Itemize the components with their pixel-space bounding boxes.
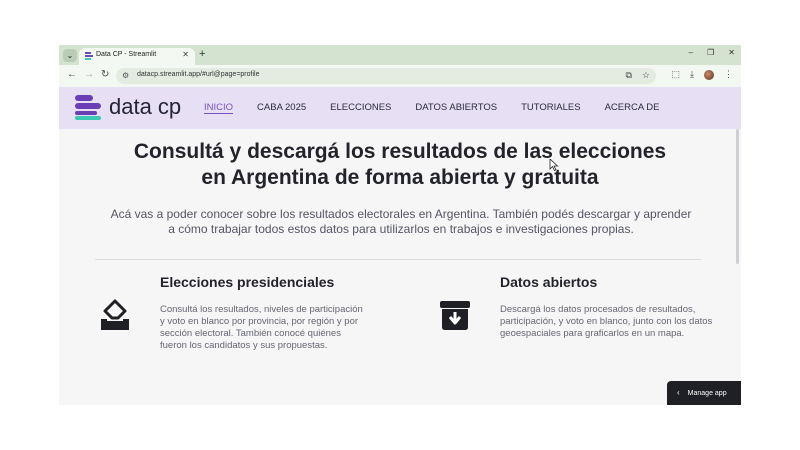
window-controls: – ❐ ✕ [689, 48, 735, 57]
section-divider [95, 259, 701, 260]
nav-item-caba-2025[interactable]: CABA 2025 [257, 102, 306, 113]
page-title-line-1: Consultá y descargá los resultados de la… [133, 140, 667, 163]
manage-app-label: Manage app [687, 390, 727, 397]
nav-item-datos-abiertos[interactable]: DATOS ABIERTOS [415, 102, 497, 113]
feature-title[interactable]: Elecciones presidenciales [160, 274, 370, 290]
nav-item-inicio[interactable]: INICIO [204, 102, 233, 113]
reload-icon[interactable]: ↻ [101, 69, 109, 80]
feature-description: Consultá los resultados, niveles de part… [160, 304, 363, 351]
site-info-icon[interactable]: ⚙ [122, 71, 129, 80]
feature-datos-abiertos: Datos abiertos Descargá los datos proces… [500, 274, 715, 340]
profile-avatar[interactable] [704, 69, 714, 80]
forward-icon[interactable]: → [84, 69, 94, 80]
browser-tab[interactable]: Data CP - Streamlit ✕ [79, 48, 195, 65]
feature-elecciones-presidenciales: Elecciones presidenciales Consultá los r… [160, 274, 370, 352]
feature-title[interactable]: Datos abiertos [500, 274, 715, 290]
browser-window: ⌄ Data CP - Streamlit ✕ + – ❐ ✕ ← → ↻ ⚙ … [59, 45, 741, 405]
tab-strip: ⌄ Data CP - Streamlit ✕ + – ❐ ✕ [59, 45, 741, 65]
top-navbar: data cp INICIO CABA 2025 ELECCIONES DATO… [59, 87, 741, 129]
nav-item-tutoriales[interactable]: TUTORIALES [521, 102, 580, 113]
extensions-icon[interactable]: ⬚ [672, 69, 681, 80]
download-icon[interactable]: ⤓ [690, 69, 694, 80]
bookmark-star-icon[interactable]: ☆ [642, 70, 650, 81]
page-title: Consultá y descargá los resultados de la… [59, 139, 741, 191]
logo-text[interactable]: data cp [109, 94, 181, 120]
tab-close-icon[interactable]: ✕ [182, 50, 189, 59]
data-cp-logo-icon[interactable] [75, 95, 105, 121]
page-subtitle-line-2: a cómo trabajar todos estos datos para u… [168, 222, 634, 236]
browser-toolbar: ← → ↻ ⚙ datacp.streamlit.app/#url@page=p… [59, 65, 741, 87]
page-subtitle: Acá vas a poder conocer sobre los result… [99, 207, 703, 237]
scrollbar[interactable] [736, 129, 739, 264]
feature-description: Descargá los datos procesados de resulta… [500, 304, 713, 339]
manage-app-button[interactable]: ‹ Manage app [667, 381, 741, 405]
archive-download-icon[interactable] [439, 299, 471, 331]
nav-item-acerca-de[interactable]: ACERCA DE [605, 102, 660, 113]
new-tab-button[interactable]: + [199, 48, 205, 60]
back-icon[interactable]: ← [67, 69, 77, 80]
tab-search-icon[interactable]: ⌄ [63, 49, 77, 62]
nav-item-elecciones[interactable]: ELECCIONES [330, 102, 391, 113]
chevron-left-icon: ‹ [677, 388, 680, 397]
restore-icon[interactable]: ❐ [707, 48, 714, 57]
nav-menu: INICIO CABA 2025 ELECCIONES DATOS ABIERT… [204, 102, 683, 113]
streamlit-favicon-icon [85, 52, 93, 60]
streamlit-app: data cp INICIO CABA 2025 ELECCIONES DATO… [59, 87, 741, 405]
tab-title: Data CP - Streamlit [96, 51, 157, 58]
menu-kebab-icon[interactable]: ⋮ [724, 69, 733, 80]
page-title-line-2: en Argentina de forma abierta y gratuita [201, 166, 599, 189]
minimize-icon[interactable]: – [689, 48, 693, 57]
close-window-icon[interactable]: ✕ [728, 48, 735, 57]
install-app-icon[interactable]: ⧉ [625, 70, 631, 81]
ballot-box-icon[interactable] [99, 299, 131, 331]
address-bar[interactable]: ⚙ datacp.streamlit.app/#url@page=profile… [116, 68, 656, 84]
url-text[interactable]: datacp.streamlit.app/#url@page=profile [137, 71, 259, 78]
page-subtitle-line-1: Acá vas a poder conocer sobre los result… [110, 207, 692, 221]
